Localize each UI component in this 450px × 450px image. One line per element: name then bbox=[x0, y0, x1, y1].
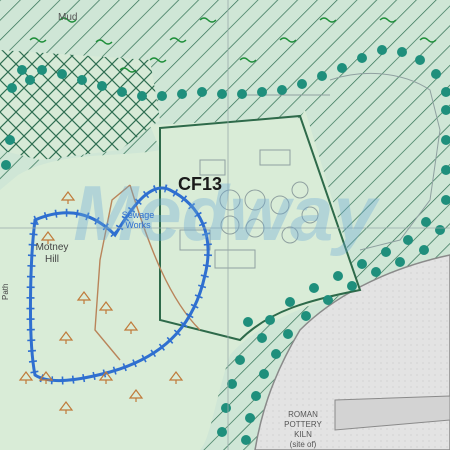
map-canvas[interactable]: Medway Mud CF13 Sewage Works Motney Hill… bbox=[0, 0, 450, 450]
hill-label-1: Motney bbox=[36, 242, 69, 253]
site-id-label: CF13 bbox=[178, 174, 222, 194]
pottery-label-2: POTTERY bbox=[284, 420, 322, 429]
pottery-label-3: KILN bbox=[294, 430, 312, 439]
map-svg: Medway Mud CF13 Sewage Works Motney Hill… bbox=[0, 0, 450, 450]
pottery-label-1: ROMAN bbox=[288, 410, 318, 419]
mud-label: Mud bbox=[58, 12, 77, 23]
sewage-label-1: Sewage bbox=[122, 210, 155, 220]
pottery-label-4: (site of) bbox=[290, 440, 317, 449]
watermark-text: Medway bbox=[73, 169, 380, 257]
path-label: Path bbox=[1, 284, 10, 300]
hill-label-2: Hill bbox=[45, 254, 59, 265]
sewage-label-2: Works bbox=[125, 220, 151, 230]
